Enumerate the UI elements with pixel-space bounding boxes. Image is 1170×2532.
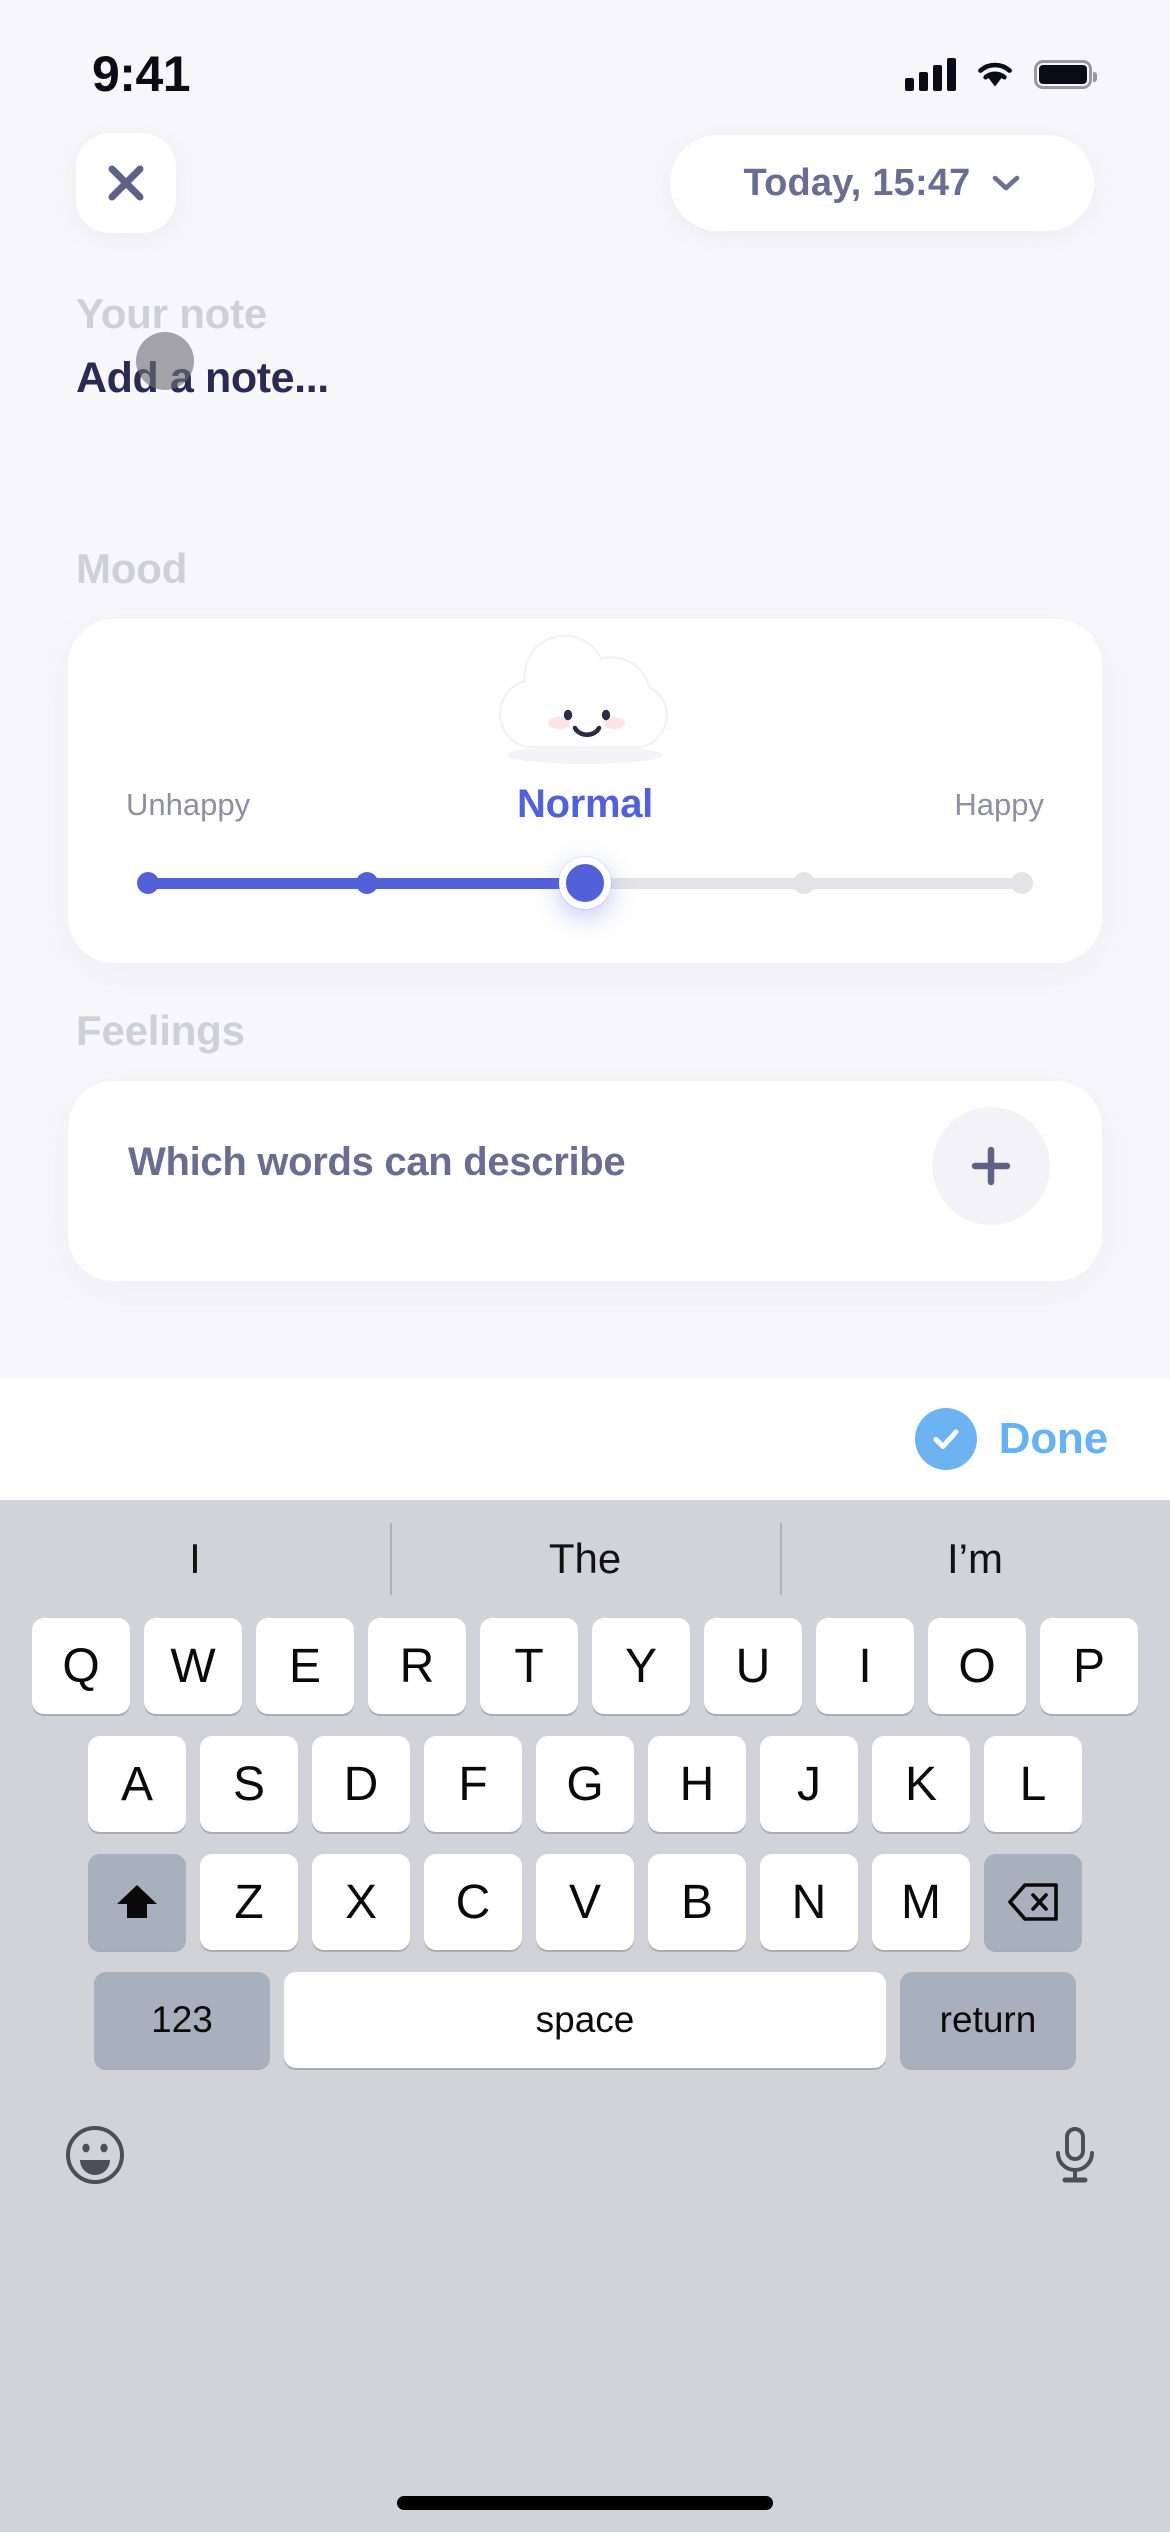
slider-tick-4[interactable] — [1011, 872, 1033, 894]
key-q[interactable]: Q — [32, 1618, 130, 1714]
space-key[interactable]: space — [284, 1972, 886, 2068]
key-g[interactable]: G — [536, 1736, 634, 1832]
keyboard-accessory-bar: Done — [0, 1378, 1170, 1500]
keyboard-row-2: A S D F G H J K L — [0, 1736, 1170, 1832]
slider-tick-3[interactable] — [792, 872, 815, 894]
suggestion-0[interactable]: I — [0, 1535, 390, 1583]
app-screen: 9:41 Today, 15:47 Your note Add a note..… — [0, 0, 1170, 2532]
mood-section-label: Mood — [76, 545, 188, 592]
key-k[interactable]: K — [872, 1736, 970, 1832]
key-h[interactable]: H — [648, 1736, 746, 1832]
main-content: Today, 15:47 Your note Add a note... Moo… — [0, 118, 1170, 1438]
suggestion-1[interactable]: The — [390, 1535, 780, 1583]
software-keyboard: I The I’m Q W E R T Y U I O P A S D F G … — [0, 1500, 1170, 2532]
key-r[interactable]: R — [368, 1618, 466, 1714]
key-o[interactable]: O — [928, 1618, 1026, 1714]
key-a[interactable]: A — [88, 1736, 186, 1832]
key-j[interactable]: J — [760, 1736, 858, 1832]
feelings-section-label: Feelings — [76, 1007, 245, 1054]
feelings-section: Feelings Which words can describe — [0, 1007, 1170, 1281]
key-m[interactable]: M — [872, 1854, 970, 1950]
note-placeholder: Add a note... — [76, 354, 329, 402]
key-z[interactable]: Z — [200, 1854, 298, 1950]
mood-slider-labels: Unhappy Normal Happy — [126, 782, 1044, 826]
microphone-icon[interactable] — [1042, 2122, 1108, 2188]
date-label: Today, 15:47 — [743, 161, 971, 204]
slider-handle[interactable] — [559, 857, 611, 909]
home-indicator — [397, 2496, 773, 2510]
happy-cloud-icon — [499, 634, 668, 764]
return-key[interactable]: return — [900, 1972, 1076, 2068]
status-indicators — [905, 57, 1097, 91]
check-icon — [933, 1429, 959, 1449]
backspace-icon — [1008, 1883, 1058, 1921]
key-n[interactable]: N — [760, 1854, 858, 1950]
close-icon — [108, 165, 144, 201]
key-s[interactable]: S — [200, 1736, 298, 1832]
shift-key[interactable] — [88, 1854, 186, 1950]
keyboard-row-4: 123 space return — [0, 1972, 1170, 2068]
mood-section: Mood Unhappy Normal Happy — [0, 545, 1170, 963]
mood-illustration — [68, 629, 1102, 779]
add-feeling-button[interactable] — [932, 1107, 1050, 1225]
mood-card: Unhappy Normal Happy — [68, 619, 1102, 963]
feelings-question: Which words can describe — [128, 1140, 626, 1184]
key-u[interactable]: U — [704, 1618, 802, 1714]
battery-icon — [1034, 59, 1097, 89]
chevron-down-icon — [993, 175, 1020, 190]
emoji-icon[interactable] — [62, 2122, 128, 2188]
key-x[interactable]: X — [312, 1854, 410, 1950]
key-p[interactable]: P — [1040, 1618, 1138, 1714]
status-time: 9:41 — [92, 46, 191, 102]
status-bar: 9:41 — [0, 0, 1170, 118]
key-t[interactable]: T — [480, 1618, 578, 1714]
plus-icon — [971, 1146, 1011, 1186]
key-f[interactable]: F — [424, 1736, 522, 1832]
close-button[interactable] — [76, 133, 176, 233]
slider-tick-1[interactable] — [355, 872, 378, 894]
feelings-card: Which words can describe — [68, 1081, 1102, 1281]
suggestion-bar: I The I’m — [0, 1500, 1170, 1618]
key-e[interactable]: E — [256, 1618, 354, 1714]
key-d[interactable]: D — [312, 1736, 410, 1832]
done-button[interactable]: Done — [999, 1414, 1108, 1464]
note-input[interactable]: Add a note... — [0, 332, 1170, 403]
date-selector[interactable]: Today, 15:47 — [670, 135, 1094, 231]
key-w[interactable]: W — [144, 1618, 242, 1714]
numeric-key[interactable]: 123 — [94, 1972, 270, 2068]
note-section-label: Your note — [76, 290, 268, 337]
mood-slider[interactable] — [137, 857, 1033, 909]
keyboard-bottom-bar — [0, 2090, 1170, 2210]
screen-header: Today, 15:47 — [0, 118, 1170, 248]
cellular-signal-icon — [905, 57, 956, 91]
note-section: Your note Add a note... — [0, 290, 1170, 403]
wifi-icon — [978, 62, 1012, 87]
mood-current-label: Normal — [516, 782, 653, 826]
key-i[interactable]: I — [816, 1618, 914, 1714]
key-v[interactable]: V — [536, 1854, 634, 1950]
check-circle-icon[interactable] — [914, 1408, 977, 1470]
slider-tick-0[interactable] — [137, 872, 159, 894]
suggestion-2[interactable]: I’m — [780, 1535, 1170, 1583]
shift-icon — [117, 1885, 157, 1918]
keyboard-row-3: Z X C V B N M — [0, 1854, 1170, 1950]
touch-indicator — [136, 332, 194, 390]
key-c[interactable]: C — [424, 1854, 522, 1950]
key-b[interactable]: B — [648, 1854, 746, 1950]
backspace-key[interactable] — [984, 1854, 1082, 1950]
key-l[interactable]: L — [984, 1736, 1082, 1832]
keyboard-row-1: Q W E R T Y U I O P — [0, 1618, 1170, 1714]
key-y[interactable]: Y — [592, 1618, 690, 1714]
